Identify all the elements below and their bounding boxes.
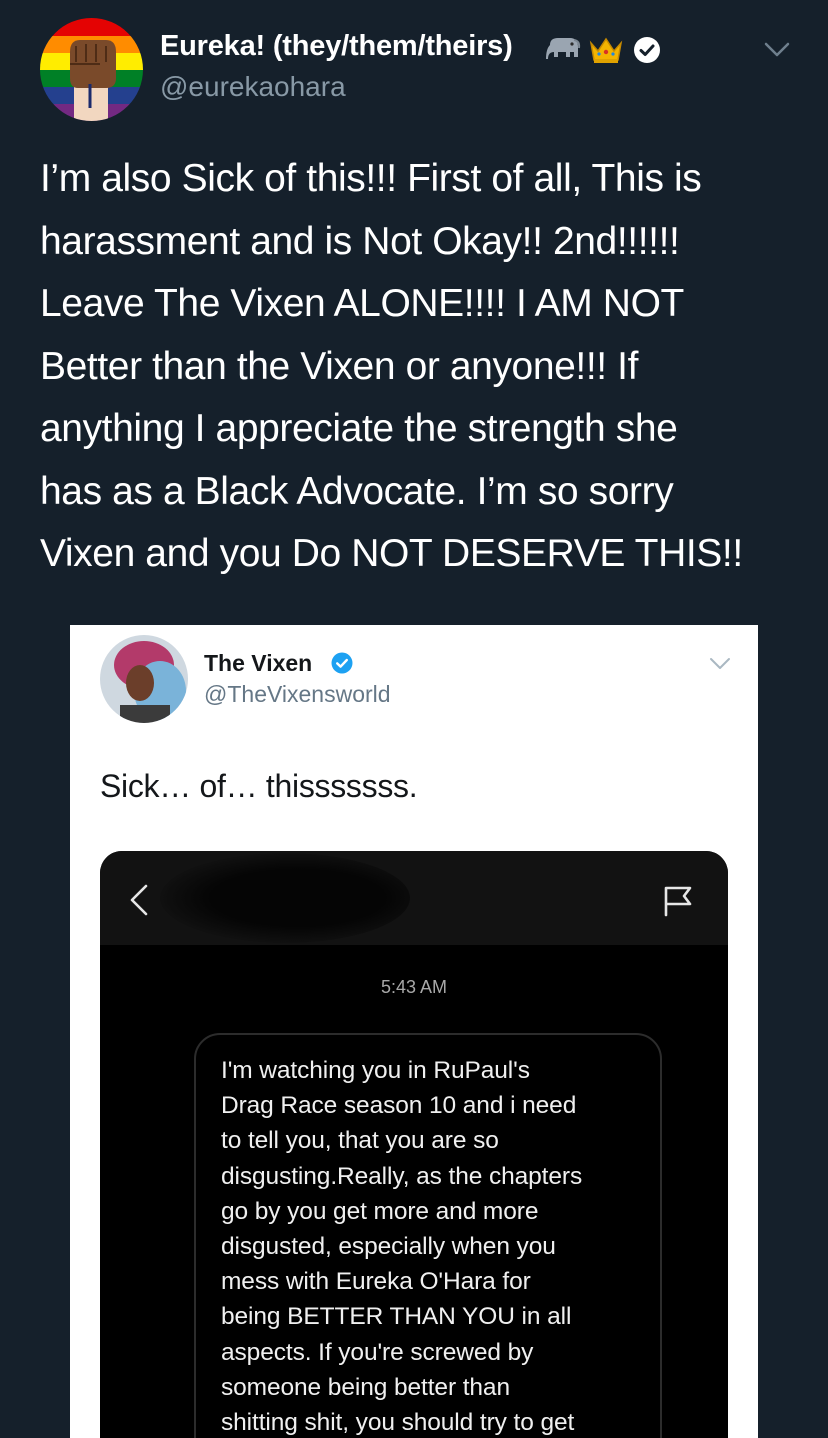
message-timestamp: 5:43 AM: [380, 977, 448, 997]
quoted-author-avatar: [100, 635, 188, 723]
verified-badge-icon: [634, 37, 660, 63]
message-line: Drag Race season 10 and i need: [221, 1092, 577, 1120]
message-line: shitting shit, you should try to get: [221, 1409, 575, 1437]
message-line: aspects. If you're screwed by: [221, 1338, 534, 1366]
elephant-icon: [546, 38, 581, 59]
quoted-author-display-name: The Vixen: [204, 650, 313, 676]
author-avatar[interactable]: [40, 18, 143, 121]
name-emoji-row: [544, 33, 624, 67]
tweet-text-line: Better than the Vixen or anyone!!! If: [40, 344, 639, 388]
redacted-username: [160, 853, 410, 943]
tweet-text-line: I’m also Sick of this!!! First of all, T…: [40, 157, 702, 200]
tweet-text: I’m also Sick of this!!! First of all, T…: [40, 148, 800, 586]
message-line: I'm watching you in RuPaul's: [221, 1057, 530, 1084]
tweet-text-line: harassment and is Not Okay!! 2nd!!!!!!: [40, 219, 680, 263]
message-line: mess with Eureka O'Hara for: [221, 1268, 531, 1296]
chevron-down-icon[interactable]: [762, 36, 792, 62]
tweet-text-line: has as a Black Advocate. I’m so sorry: [40, 469, 674, 513]
flag-icon: [664, 886, 692, 917]
message-line: someone being better than: [221, 1373, 510, 1401]
back-arrow-icon: [130, 884, 148, 916]
author-handle[interactable]: @eurekaohara: [160, 71, 346, 103]
message-line: disgusted, especially when you: [221, 1233, 556, 1261]
message-line: disgusting.Really, as the chapters: [221, 1162, 583, 1190]
author-display-name[interactable]: Eureka! (they/them/theirs): [160, 30, 513, 63]
message-line: to tell you, that you are so: [221, 1127, 499, 1155]
dm-screenshot: 5:43 AM I'm watching you in RuPaul's Dra…: [100, 851, 728, 1438]
tweet-text-line: Leave The Vixen ALONE!!!! I AM NOT: [40, 282, 684, 325]
tweet-view: Eureka! (they/them/theirs) @eurekaohara …: [0, 0, 828, 1438]
chevron-down-icon: [710, 658, 730, 669]
message-line: go by you get more and more: [221, 1197, 539, 1225]
quoted-author-handle: @TheVixensworld: [204, 681, 391, 707]
quoted-tweet-text: Sick… of… thisssssss.: [100, 768, 418, 804]
tweet-text-line: Vixen and you Do NOT DESERVE THIS!!: [40, 532, 743, 575]
dm-header: [100, 851, 728, 945]
tweet-text-line: anything I appreciate the strength she: [40, 407, 678, 450]
verified-badge-icon: [331, 652, 353, 674]
crown-icon: [589, 37, 623, 63]
message-line: being BETTER THAN YOU in all: [221, 1303, 572, 1331]
attached-screenshot-image[interactable]: The Vixen @TheVixensworld Sick… of… this…: [70, 625, 758, 1438]
message-text: I'm watching you in RuPaul's Drag Race s…: [221, 1053, 661, 1438]
